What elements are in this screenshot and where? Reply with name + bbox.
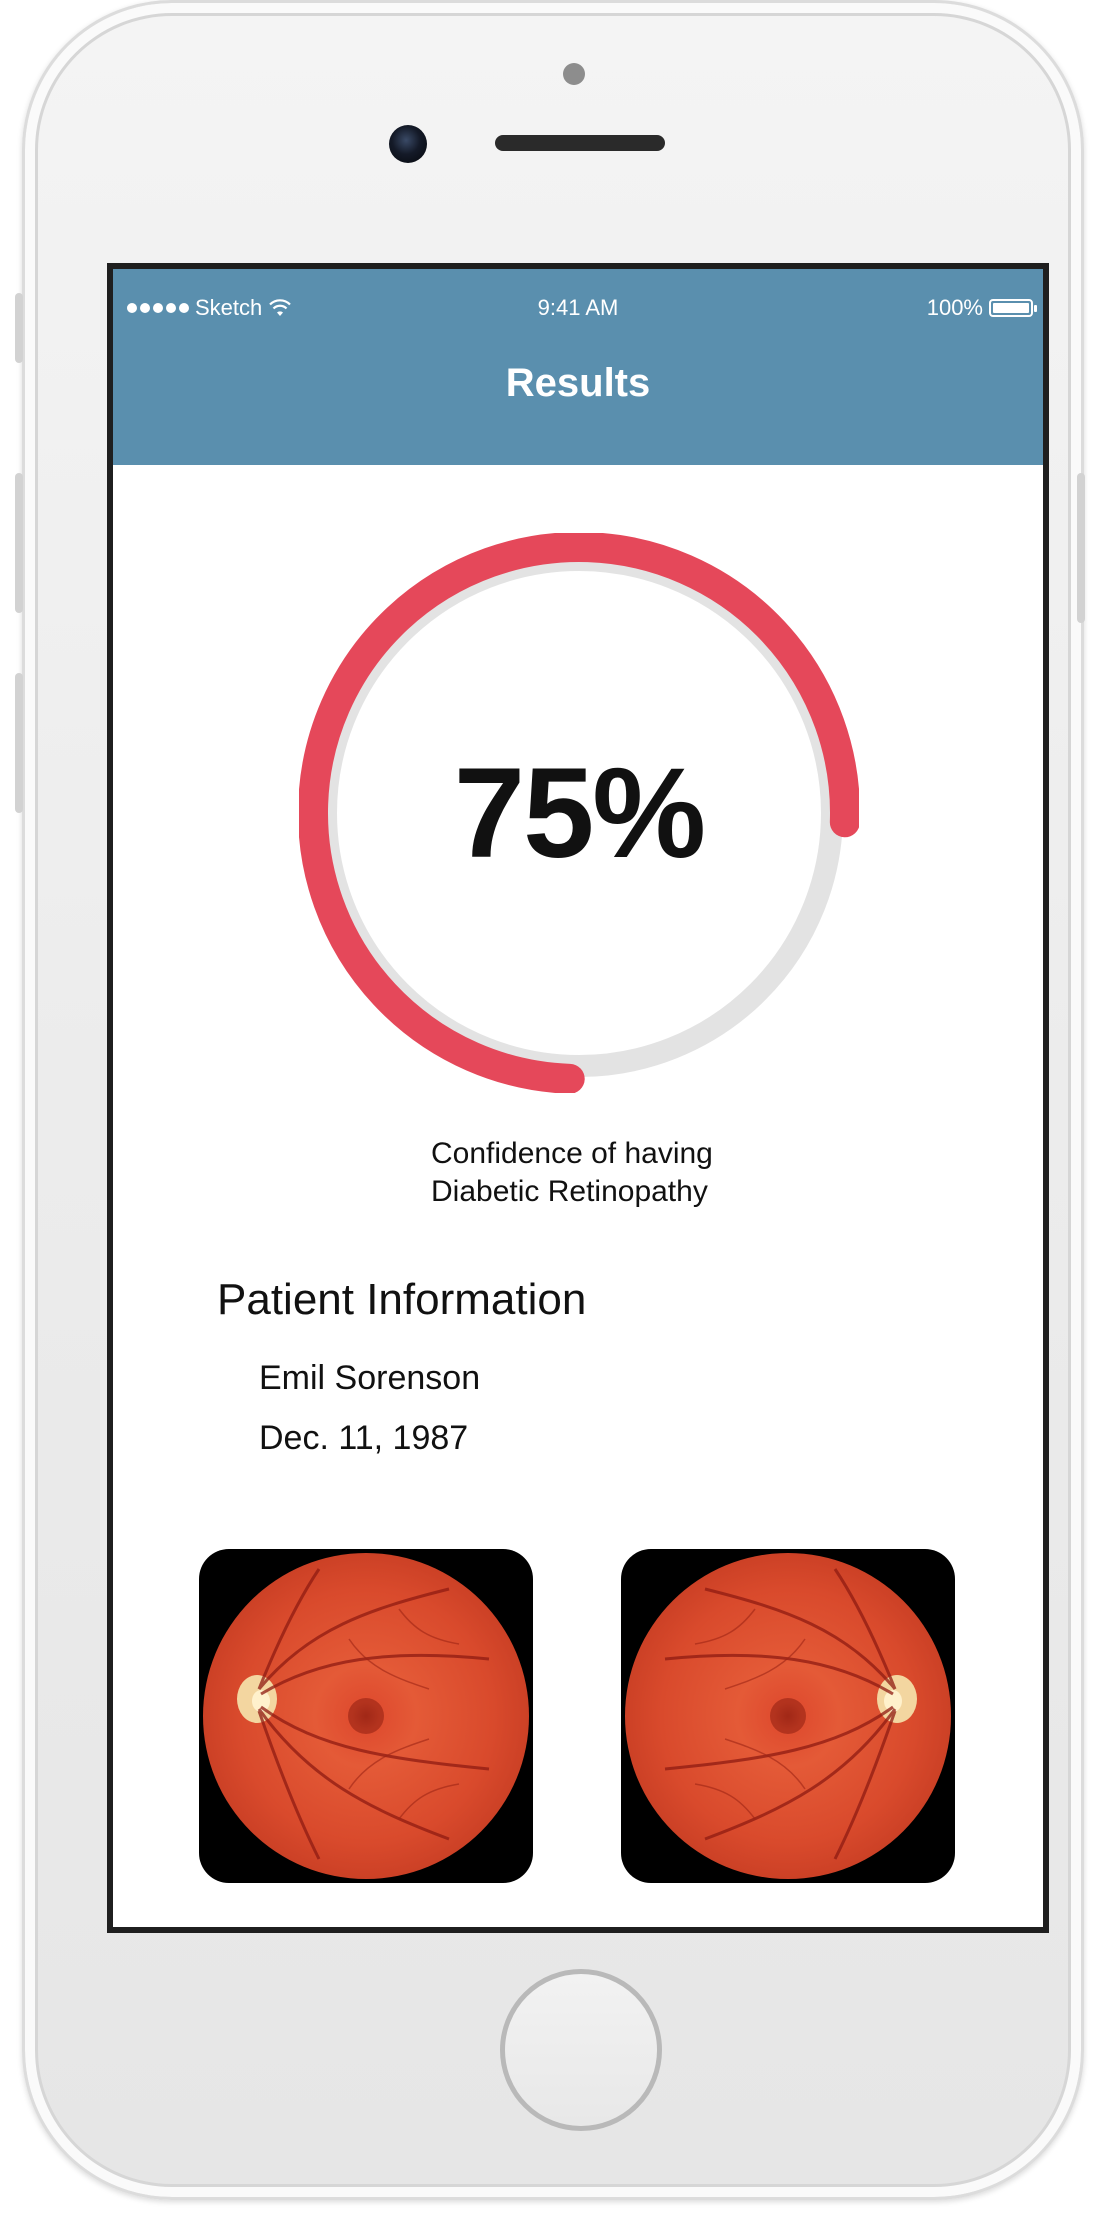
patient-dob: Dec. 11, 1987	[259, 1419, 469, 1457]
battery-icon	[989, 299, 1037, 317]
volume-up-button	[15, 473, 23, 613]
screen: Sketch 9:41 AM 100% Results 75% Confiden…	[107, 263, 1049, 1933]
battery-group: 100%	[926, 295, 1037, 321]
silent-switch	[15, 293, 23, 363]
proximity-sensor	[563, 63, 585, 85]
left-fundus-vessels	[237, 1568, 490, 1860]
home-button[interactable]	[500, 1969, 662, 2131]
caption-line-2: Diabetic Retinopathy	[431, 1175, 708, 1208]
patient-name: Emil Sorenson	[259, 1359, 481, 1397]
status-bar: Sketch 9:41 AM 100%	[113, 295, 1043, 325]
navigation-bar: Sketch 9:41 AM 100% Results	[113, 269, 1043, 465]
confidence-caption: Confidence of having Diabetic Retinopath…	[431, 1135, 791, 1211]
caption-line-1: Confidence of having	[431, 1137, 713, 1170]
phone-frame: Sketch 9:41 AM 100% Results 75% Confiden…	[15, 0, 1085, 2200]
patient-info-heading: Patient Information	[217, 1275, 587, 1324]
volume-down-button	[15, 673, 23, 813]
earpiece-speaker	[495, 135, 665, 151]
power-button	[1077, 473, 1085, 623]
status-time: 9:41 AM	[537, 295, 619, 320]
right-fundus-vessels	[664, 1568, 917, 1860]
left-eye-image[interactable]	[199, 1549, 533, 1883]
confidence-percent: 75%	[453, 741, 706, 885]
right-eye-image[interactable]	[621, 1549, 955, 1883]
confidence-gauge: 75%	[299, 533, 859, 1093]
page-title: Results	[505, 361, 651, 405]
front-camera	[389, 125, 427, 163]
app-view: Sketch 9:41 AM 100% Results 75% Confiden…	[113, 269, 1043, 1927]
battery-percent: 100%	[926, 295, 983, 320]
